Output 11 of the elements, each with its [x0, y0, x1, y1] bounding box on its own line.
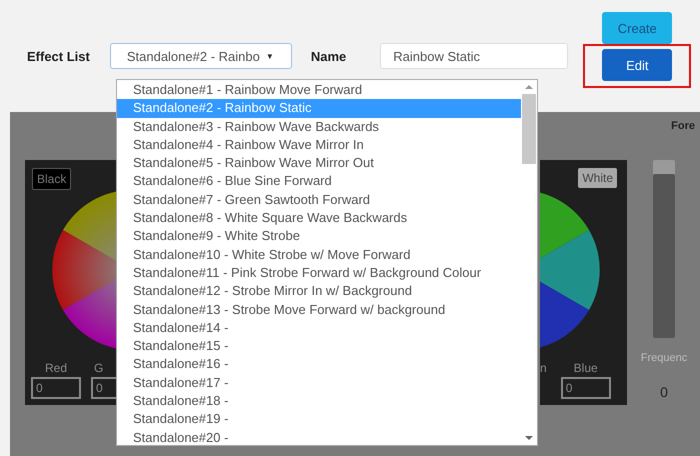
channel-label: G: [93, 361, 104, 375]
dropdown-arrow: ▼: [266, 52, 274, 60]
section-heading: Fore: [671, 120, 695, 132]
slider-value: 0: [660, 384, 668, 400]
channel-label: n: [540, 361, 547, 375]
select-value: Standalone#2 - Rainbo: [126, 48, 260, 64]
channel-label: Blue: [574, 361, 598, 375]
slider-label: Frequenc: [640, 352, 688, 364]
effect-list-label: Effect List: [27, 48, 90, 64]
name-label: Name: [310, 48, 346, 64]
channel-label: Red: [44, 361, 67, 375]
